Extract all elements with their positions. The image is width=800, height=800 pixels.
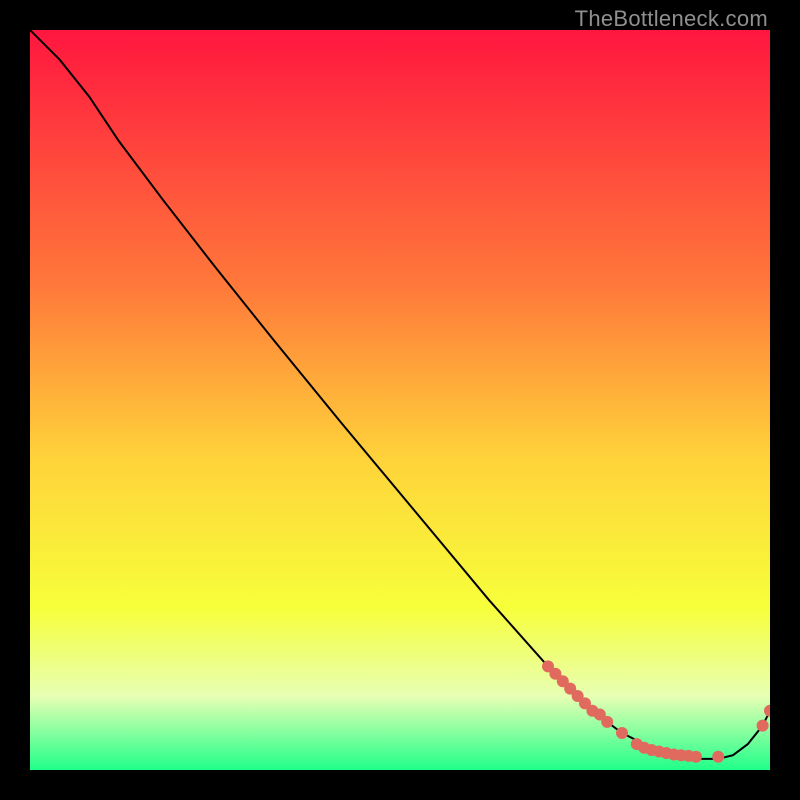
marker-point bbox=[601, 716, 613, 728]
marker-point bbox=[712, 751, 724, 763]
chart-frame bbox=[30, 30, 770, 770]
gradient-background bbox=[30, 30, 770, 770]
marker-point bbox=[757, 720, 769, 732]
marker-point bbox=[690, 751, 702, 763]
marker-point bbox=[616, 727, 628, 739]
bottleneck-chart bbox=[30, 30, 770, 770]
watermark-label: TheBottleneck.com bbox=[575, 6, 768, 32]
